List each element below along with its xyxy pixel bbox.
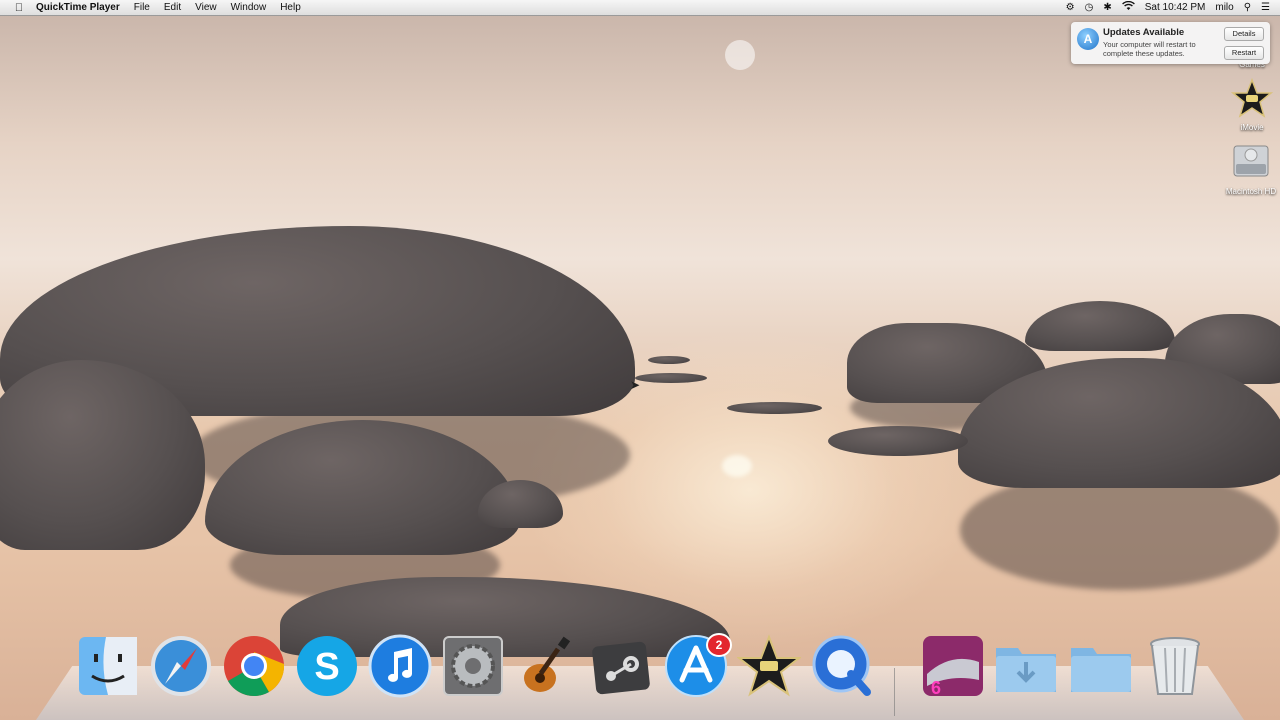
dock-documents[interactable] bbox=[1069, 634, 1133, 698]
desktop-icon-imovie[interactable]: iMovie bbox=[1226, 77, 1278, 132]
clock[interactable]: Sat 10:42 PM bbox=[1145, 2, 1206, 13]
dock-system-preferences[interactable] bbox=[441, 634, 505, 698]
details-button[interactable]: Details bbox=[1224, 27, 1264, 41]
time-machine-icon[interactable]: ◷ bbox=[1085, 2, 1094, 13]
star-icon bbox=[736, 634, 802, 697]
menu-edit[interactable]: Edit bbox=[164, 2, 181, 13]
steam-status-icon[interactable]: ⚙ bbox=[1066, 2, 1075, 13]
desktop-icon-label: iMovie bbox=[1240, 123, 1264, 132]
dock-quicktime[interactable] bbox=[811, 634, 875, 698]
user-menu[interactable]: milo bbox=[1215, 2, 1233, 13]
desktop-wallpaper bbox=[0, 0, 1280, 720]
spotlight-search-icon[interactable]: ⚲ bbox=[1244, 2, 1251, 13]
sun-reflection bbox=[722, 455, 752, 477]
dock-chrome[interactable] bbox=[222, 634, 286, 698]
wifi-icon[interactable] bbox=[1121, 0, 1135, 14]
menu-bar:  QuickTime Player File Edit View Window… bbox=[0, 0, 1280, 16]
star-icon bbox=[1230, 77, 1274, 118]
flat-rock bbox=[828, 426, 968, 456]
sun bbox=[725, 40, 755, 70]
notification-title: Updates Available bbox=[1103, 27, 1185, 38]
updates-notification[interactable]: A Updates Available Your computer will r… bbox=[1071, 22, 1270, 64]
safari-icon bbox=[151, 636, 211, 696]
dock-separator bbox=[894, 668, 895, 716]
restart-button[interactable]: Restart bbox=[1224, 46, 1264, 60]
dock-itunes[interactable] bbox=[368, 634, 432, 698]
menu-view[interactable]: View bbox=[195, 2, 217, 13]
game-icon: 6 bbox=[923, 636, 983, 698]
dock-imovie[interactable] bbox=[736, 634, 802, 698]
bluetooth-icon[interactable]: ✱ bbox=[1103, 2, 1111, 13]
desktop-icon-macintosh-hd[interactable]: Macintosh HD bbox=[1222, 140, 1280, 196]
trash-icon bbox=[1150, 637, 1200, 695]
folder-icon bbox=[1071, 648, 1131, 692]
itunes-icon bbox=[368, 634, 432, 698]
mouse-cursor-icon: ➤ bbox=[630, 378, 641, 392]
app-store-icon: A bbox=[1077, 28, 1099, 50]
menu-file[interactable]: File bbox=[134, 2, 150, 13]
right-boulder bbox=[1025, 301, 1175, 351]
downloads-folder-icon bbox=[996, 648, 1056, 692]
finder-icon bbox=[79, 637, 137, 695]
dock-garageband[interactable] bbox=[514, 634, 578, 698]
flat-rock bbox=[648, 356, 690, 364]
menu-window[interactable]: Window bbox=[231, 2, 267, 13]
dock-skype[interactable]: S bbox=[295, 634, 359, 698]
svg-text:6: 6 bbox=[931, 678, 941, 698]
dock-downloads[interactable] bbox=[994, 634, 1058, 698]
rock-reflection bbox=[960, 470, 1280, 590]
flat-rock bbox=[727, 402, 822, 414]
quicktime-icon bbox=[812, 635, 871, 696]
chrome-icon bbox=[224, 636, 285, 697]
notification-body: Your computer will restart to complete t… bbox=[1103, 40, 1196, 58]
dock-asphalt-6[interactable]: 6 bbox=[921, 634, 985, 698]
app-store-badge: 2 bbox=[706, 633, 732, 657]
guitar-icon bbox=[524, 636, 571, 692]
app-menu[interactable]: QuickTime Player bbox=[36, 2, 120, 13]
dock-safari[interactable] bbox=[149, 634, 213, 698]
svg-text:S: S bbox=[314, 646, 339, 688]
dock-steam[interactable] bbox=[589, 634, 653, 698]
dock-finder[interactable] bbox=[76, 634, 140, 698]
gear-icon bbox=[443, 636, 503, 696]
menu-help[interactable]: Help bbox=[280, 2, 301, 13]
dock-trash[interactable] bbox=[1143, 634, 1207, 698]
apple-menu-icon[interactable]:  bbox=[12, 2, 26, 14]
flat-rock bbox=[635, 373, 707, 383]
hard-drive-icon bbox=[1233, 145, 1269, 177]
desktop-icon-label: Macintosh HD bbox=[1225, 187, 1277, 196]
skype-icon: S bbox=[297, 636, 357, 696]
notification-center-icon[interactable]: ☰ bbox=[1261, 2, 1270, 13]
steam-icon bbox=[592, 641, 650, 695]
